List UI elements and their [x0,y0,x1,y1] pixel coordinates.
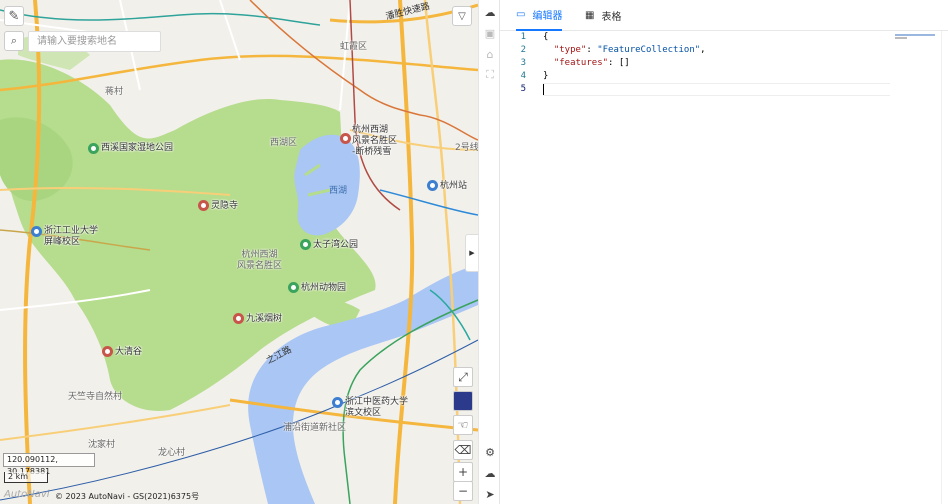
coordinate-readout: 120.090112, 30.178381 [3,453,95,476]
plus-icon[interactable]: + [453,462,473,482]
poi-label: 浙江工业大学 屏峰校区 [44,226,99,247]
fullscreen-icon[interactable]: ⤢ [453,367,473,387]
poi-pin[interactable] [31,226,42,237]
poi-label: 杭州动物园 [301,283,347,293]
area-label: 浦沿街道新社区 [283,423,347,433]
tab-table[interactable]: ▦ 表格 [585,0,621,31]
line-number: 1 [520,32,526,42]
crop-icon[interactable]: ⛶ [482,67,498,83]
poi-label: 西溪国家湿地公园 [101,143,174,153]
poi-pin[interactable] [332,397,343,408]
panel-tabs: ▭ 编辑器 ▦ 表格 [500,0,948,31]
editor-scrollbar[interactable] [941,31,948,504]
poi-pin[interactable] [198,200,209,211]
cloud-upload-icon[interactable]: ☁ [482,4,498,20]
table-icon: ▦ [585,10,595,21]
minus-icon[interactable]: − [453,481,473,501]
code-line: } [543,71,549,81]
scale-bar: 2 km [4,472,48,483]
line-gutter: 1 2 3 4 5 [500,31,530,96]
minimap-line [895,34,935,36]
poi-label: 大清谷 [115,347,143,357]
poi-pin[interactable] [88,143,99,154]
line-number: 3 [520,58,526,68]
area-label: 蒋村 [105,87,124,97]
minimap-line [895,37,907,39]
code-line-current [543,83,890,96]
area-label: 虹霞区 [340,42,368,52]
filter-icon[interactable]: ▽ [452,6,472,26]
poi-label: 灵隐寺 [211,201,239,211]
save-icon[interactable]: ▣ [482,25,498,41]
code-icon: ▭ [516,9,526,20]
area-label: 沈家村 [88,440,116,450]
poi-label: 杭州站 [440,181,468,191]
tab-editor[interactable]: ▭ 编辑器 [516,0,563,31]
home-icon[interactable]: ⌂ [482,46,498,62]
area-label: 杭州西湖 风景名胜区 [237,250,283,271]
poi-label: 太子湾公园 [313,240,359,250]
code-line: "type": "FeatureCollection", [553,45,706,55]
cursor-icon[interactable]: ➤ [482,486,498,502]
line-number: 4 [520,71,526,81]
search-input[interactable] [28,31,161,52]
search-icon[interactable]: ⌕ [4,31,24,51]
panel-toggle-handle[interactable]: ▶ [465,234,478,272]
line-number: 5 [520,84,526,94]
minimap[interactable] [893,31,948,504]
code-line: "features": [] [553,58,630,68]
map-logo: AutoNavi [4,489,50,500]
poi-pin[interactable] [233,313,244,324]
map-view[interactable]: 西湖 之江路 潘胜快速路 虹霞区 西湖区 蒋村 杭州西湖 风景名胜区 天竺寺自然… [0,0,478,504]
code-line: { [543,32,549,42]
area-label: 龙心村 [158,448,186,458]
line-number: 2 [520,45,526,55]
eraser-icon[interactable]: ⌫ [453,440,473,460]
copyright-text: © 2023 AutoNavi - GS(2021)6375号 [55,492,200,501]
gear-icon[interactable]: ⚙ [482,444,498,460]
cloud-download-icon[interactable]: ☁ [482,465,498,481]
poi-label: 浙江中医药大学 滨文校区 [345,397,409,418]
poi-pin[interactable] [340,133,351,144]
action-rail: ☁ ▣ ⌂ ⛶ ⚙ ☁ ➤ [478,0,500,504]
area-label: 西湖区 [270,138,298,148]
layer-icon[interactable] [453,391,473,411]
pencil-icon[interactable]: ✎ [4,6,24,26]
poi-pin[interactable] [427,180,438,191]
poi-pin[interactable] [102,346,113,357]
poi-pin[interactable] [288,282,299,293]
area-label: 天竺寺自然村 [68,392,123,402]
poi-label: 九溪烟树 [246,314,283,324]
hand-icon[interactable]: ☜ [453,415,473,435]
code-editor[interactable]: 1 2 3 4 5 { "type": "FeatureCollection",… [500,31,948,504]
app-root: 西湖 之江路 潘胜快速路 虹霞区 西湖区 蒋村 杭州西湖 风景名胜区 天竺寺自然… [0,0,948,504]
code-lines[interactable]: { "type": "FeatureCollection", "features… [543,31,890,96]
west-lake-label: 西湖 [329,186,348,196]
editor-panel: ▭ 编辑器 ▦ 表格 1 2 3 4 5 { "type": "FeatureC… [500,0,948,504]
poi-pin[interactable] [300,239,311,250]
poi-label: 杭州西湖 风景名胜区 -断桥残雪 [352,125,398,157]
area-label: 2号线 [455,143,478,153]
text-cursor [543,84,544,95]
